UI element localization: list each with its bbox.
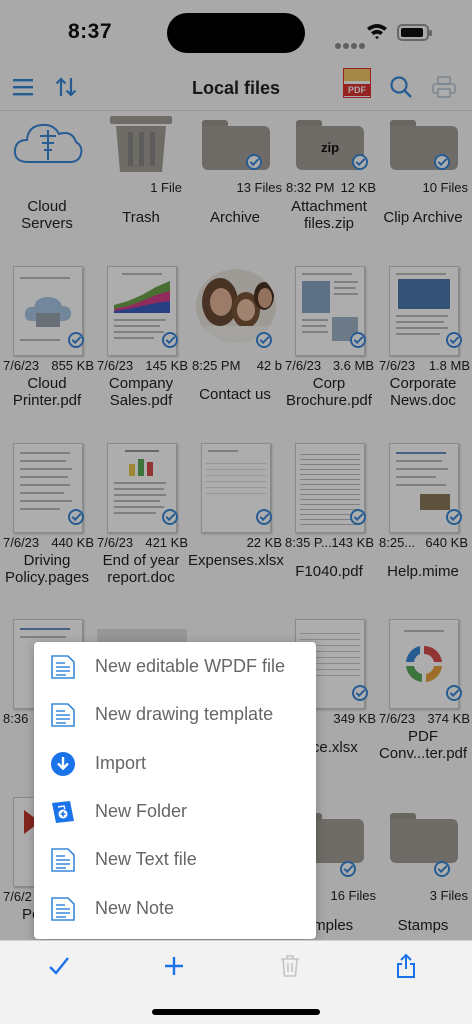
menu-item-label: New Folder — [95, 801, 188, 821]
menu-item-new-text-file[interactable]: New Text file — [34, 835, 316, 883]
menu-item-new-drawing-template[interactable]: New drawing template — [34, 690, 316, 738]
screen: 8:37 Local files PDF Cloud Servers 1 Fil… — [0, 0, 472, 1024]
document-lines-icon — [51, 703, 75, 727]
menu-item-new-note[interactable]: New Note — [34, 884, 316, 932]
home-indicator[interactable] — [152, 1009, 320, 1015]
add-icon[interactable] — [159, 951, 189, 981]
download-circle-icon — [51, 752, 75, 776]
share-icon[interactable] — [391, 951, 421, 981]
menu-item-label: New Text file — [95, 849, 197, 869]
document-lines-icon — [51, 655, 75, 679]
menu-item-import[interactable]: Import — [34, 739, 316, 787]
folder-add-icon — [52, 801, 74, 823]
document-lines-icon — [51, 897, 75, 921]
menu-item-label: Import — [95, 753, 147, 773]
menu-item-new-folder[interactable]: New Folder — [34, 787, 316, 835]
menu-item-label: New drawing template — [95, 704, 274, 724]
menu-item-label: New Note — [95, 898, 175, 918]
checkmark-icon[interactable] — [44, 951, 74, 981]
document-lines-icon — [51, 848, 75, 872]
create-menu: New editable WPDF file New drawing templ… — [34, 642, 316, 939]
trash-icon[interactable] — [275, 951, 305, 981]
menu-item-new-wpdf[interactable]: New editable WPDF file — [34, 642, 316, 690]
menu-item-label: New editable WPDF file — [95, 656, 286, 676]
